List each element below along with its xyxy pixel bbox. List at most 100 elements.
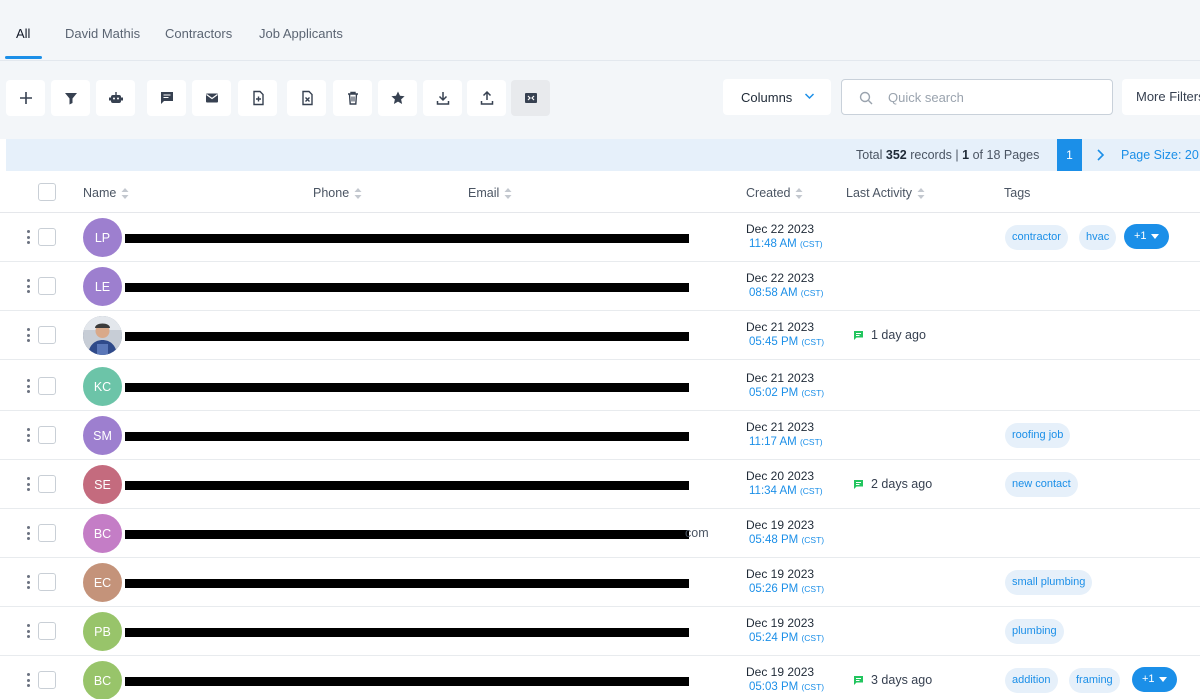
- created-date: Dec 20 2023: [746, 469, 815, 483]
- row-checkbox[interactable]: [38, 622, 56, 640]
- table-row[interactable]: BC Dec 19 2023 05:03 PM (CST) 3 days ago add…: [0, 656, 1200, 699]
- table-row[interactable]: LP Dec 22 2023 11:48 AM (CST) contractor hva…: [0, 213, 1200, 262]
- avatar[interactable]: BC: [83, 514, 122, 553]
- message-activity-icon: [854, 330, 863, 340]
- more-filters-button[interactable]: More Filters: [1122, 79, 1200, 115]
- table-row[interactable]: EC Dec 19 2023 05:26 PM (CST) small plumbin…: [0, 558, 1200, 607]
- avatar[interactable]: KC: [83, 367, 122, 406]
- created-time: 11:17 AM (CST): [749, 436, 823, 448]
- sort-icon: [354, 187, 362, 199]
- drag-handle-icon[interactable]: [27, 477, 30, 491]
- drag-handle-icon[interactable]: [27, 575, 30, 589]
- row-checkbox[interactable]: [38, 377, 56, 395]
- table-row[interactable]: SM Dec 21 2023 11:17 AM (CST) roofing job: [0, 411, 1200, 460]
- caret-down-icon: [1158, 677, 1167, 682]
- tag-chip[interactable]: small plumbing: [1005, 570, 1093, 595]
- drag-handle-icon[interactable]: [27, 624, 30, 638]
- drag-handle-icon[interactable]: [27, 526, 30, 540]
- row-checkbox[interactable]: [38, 277, 56, 295]
- last-activity: 1 day ago: [853, 328, 926, 342]
- tab-all[interactable]: All: [16, 26, 30, 41]
- tag-chip[interactable]: contractor: [1005, 225, 1068, 250]
- filter-button[interactable]: [51, 80, 90, 116]
- quick-search-input[interactable]: [888, 88, 1098, 106]
- more-tags-button[interactable]: +1: [1132, 667, 1177, 692]
- tag-chip[interactable]: addition: [1005, 668, 1058, 693]
- row-checkbox[interactable]: [38, 671, 56, 689]
- row-checkbox[interactable]: [38, 426, 56, 444]
- table-row[interactable]: BC com Dec 19 2023 05:48 PM (CST): [0, 509, 1200, 558]
- drag-handle-icon[interactable]: [27, 279, 30, 293]
- redacted-contact-info: [125, 530, 689, 539]
- avatar[interactable]: EC: [83, 563, 122, 602]
- redacted-contact-info: [125, 332, 689, 341]
- message-activity-icon: [854, 675, 863, 685]
- column-header-name[interactable]: Name: [83, 186, 129, 200]
- table-row[interactable]: Dec 21 2023 05:45 PM (CST) 1 day ago: [0, 311, 1200, 360]
- last-activity: 2 days ago: [853, 477, 932, 491]
- drag-handle-icon[interactable]: [27, 428, 30, 442]
- avatar-photo: [83, 316, 122, 355]
- export-button[interactable]: [467, 80, 506, 116]
- created-time: 11:34 AM (CST): [749, 485, 823, 497]
- column-header-email[interactable]: Email: [468, 186, 512, 200]
- tab-contractors[interactable]: Contractors: [165, 26, 232, 41]
- page-button-current[interactable]: 1: [1057, 139, 1082, 171]
- row-checkbox[interactable]: [38, 573, 56, 591]
- drag-handle-icon[interactable]: [27, 230, 30, 244]
- automation-button[interactable]: [96, 80, 135, 116]
- tag-chip[interactable]: framing: [1069, 668, 1120, 693]
- row-checkbox[interactable]: [38, 475, 56, 493]
- merge-icon: [524, 93, 537, 103]
- tag-chip[interactable]: roofing job: [1005, 423, 1071, 448]
- chevron-down-icon: [804, 93, 815, 100]
- table-row[interactable]: PB Dec 19 2023 05:24 PM (CST) plumbing: [0, 607, 1200, 656]
- merge-button[interactable]: [511, 80, 550, 116]
- drag-handle-icon[interactable]: [27, 673, 30, 687]
- redacted-contact-info: [125, 283, 689, 292]
- table-row[interactable]: KC Dec 21 2023 05:02 PM (CST): [0, 362, 1200, 411]
- quick-search: [841, 79, 1113, 115]
- avatar[interactable]: LE: [83, 267, 122, 306]
- table-row[interactable]: LE Dec 22 2023 08:58 AM (CST): [0, 262, 1200, 311]
- email-value-partial[interactable]: com: [685, 526, 709, 540]
- chevron-right-icon[interactable]: [1092, 147, 1108, 163]
- column-header-phone[interactable]: Phone: [313, 186, 362, 200]
- avatar[interactable]: BC: [83, 661, 122, 699]
- favorite-button[interactable]: [378, 80, 417, 116]
- tag-chip[interactable]: plumbing: [1005, 619, 1064, 644]
- delete-button[interactable]: [333, 80, 372, 116]
- send-sms-button[interactable]: [147, 80, 186, 116]
- avatar[interactable]: SE: [83, 465, 122, 504]
- import-button[interactable]: [423, 80, 462, 116]
- columns-button[interactable]: Columns: [723, 79, 831, 115]
- add-icon: [19, 92, 32, 104]
- column-header-last-activity[interactable]: Last Activity: [846, 186, 925, 200]
- avatar[interactable]: PB: [83, 612, 122, 651]
- created-date: Dec 21 2023: [746, 320, 815, 334]
- avatar[interactable]: [83, 316, 122, 355]
- tag-chip[interactable]: hvac: [1079, 225, 1117, 250]
- total-pages: 18: [986, 148, 1001, 162]
- page-size-select[interactable]: Page Size: 20: [1121, 148, 1199, 162]
- tag-chip[interactable]: new contact: [1005, 472, 1078, 497]
- select-all-checkbox[interactable]: [38, 183, 56, 201]
- row-checkbox[interactable]: [38, 228, 56, 246]
- add-tag-button[interactable]: [238, 80, 277, 116]
- table-row[interactable]: SE Dec 20 2023 11:34 AM (CST) 2 days ago new…: [0, 460, 1200, 509]
- add-button[interactable]: [6, 80, 45, 116]
- avatar[interactable]: LP: [83, 218, 122, 257]
- column-header-created[interactable]: Created: [746, 186, 803, 200]
- drag-handle-icon[interactable]: [27, 379, 30, 393]
- row-checkbox[interactable]: [38, 524, 56, 542]
- more-tags-button[interactable]: +1: [1124, 224, 1169, 249]
- drag-handle-icon[interactable]: [27, 328, 30, 342]
- avatar[interactable]: SM: [83, 416, 122, 455]
- created-time: 05:45 PM (CST): [749, 336, 825, 348]
- remove-tag-button[interactable]: [287, 80, 326, 116]
- tab-david-mathis[interactable]: David Mathis: [65, 26, 140, 41]
- tab-job-applicants[interactable]: Job Applicants: [259, 26, 343, 41]
- row-checkbox[interactable]: [38, 326, 56, 344]
- redacted-contact-info: [125, 628, 689, 637]
- send-email-button[interactable]: [192, 80, 231, 116]
